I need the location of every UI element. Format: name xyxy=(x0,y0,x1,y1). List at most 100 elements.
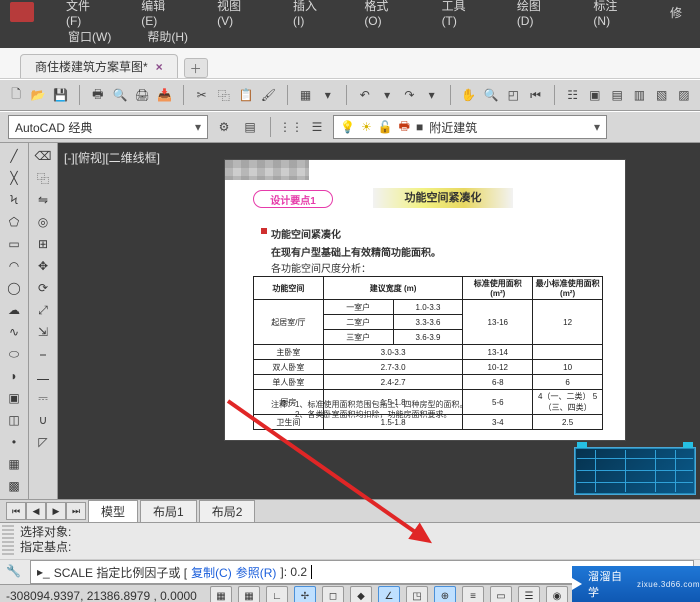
inserted-image[interactable]: 设计要点1 功能空间紧凑化 功能空间紧凑化 在现有户型基础上有效精简功能面积。 … xyxy=(224,159,626,441)
menu-insert[interactable]: 插入(I) xyxy=(275,0,346,28)
cut-icon[interactable]: ✂ xyxy=(193,85,209,105)
zoom-window-icon[interactable]: ◰ xyxy=(505,85,521,105)
arc-icon[interactable]: ◠ xyxy=(5,257,23,275)
menu-dim[interactable]: 标注(N) xyxy=(575,0,652,28)
publish-icon[interactable]: 🖨 xyxy=(134,85,150,105)
menu-window[interactable]: 窗口(W) xyxy=(50,28,129,45)
ellipse-icon[interactable]: ⬭ xyxy=(5,345,23,363)
line-icon[interactable]: ╱ xyxy=(5,147,23,165)
circle-icon[interactable]: ◯ xyxy=(5,279,23,297)
workspace-save-icon[interactable]: ▤ xyxy=(240,117,260,137)
hatch-icon[interactable]: ▦ xyxy=(5,455,23,473)
match-props-icon[interactable]: 🖌 xyxy=(260,85,276,105)
ellipse-arc-icon[interactable]: ◗ xyxy=(5,367,23,385)
chamfer-icon[interactable]: ◸ xyxy=(34,433,52,451)
cmd-option-ref[interactable]: 参照(R) xyxy=(236,564,277,581)
trim-icon[interactable]: ⎯ xyxy=(34,345,52,363)
tab-layout2[interactable]: 布局2 xyxy=(199,500,256,522)
rotate-icon[interactable]: ⟳ xyxy=(34,279,52,297)
scale-icon[interactable]: ⤢ xyxy=(34,301,52,319)
menu-file[interactable]: 文件(F) xyxy=(48,0,123,28)
tab-model[interactable]: 模型 xyxy=(88,500,138,522)
new-icon[interactable]: 🗋 xyxy=(8,85,24,105)
undo-dropdown-icon[interactable]: ▾ xyxy=(379,85,395,105)
polyline-icon[interactable]: Ϟ xyxy=(5,191,23,209)
insert-block-icon[interactable]: ▣ xyxy=(5,389,23,407)
sc-toggle[interactable]: ◉ xyxy=(546,586,568,602)
console-grip[interactable] xyxy=(2,525,14,557)
paste-icon[interactable]: 📋 xyxy=(238,85,254,105)
otrack-toggle[interactable]: ∠ xyxy=(378,586,400,602)
move-icon[interactable]: ✥ xyxy=(34,257,52,275)
properties-icon[interactable]: ☷ xyxy=(564,85,580,105)
wrench-icon[interactable]: 🔧 xyxy=(6,564,22,580)
layer-combo[interactable]: 💡 ☀ 🔓 🖶 ■ 附近建筑 ▾ xyxy=(333,115,607,139)
tab-next-icon[interactable]: ▶ xyxy=(46,502,66,520)
calc-icon[interactable]: ▨ xyxy=(676,85,692,105)
redo-dropdown-icon[interactable]: ▾ xyxy=(424,85,440,105)
offset-icon[interactable]: ◎ xyxy=(34,213,52,231)
new-tab-button[interactable]: ＋ xyxy=(184,58,208,78)
mirror-icon[interactable]: ⇋ xyxy=(34,191,52,209)
canvas[interactable]: [-][俯视][二维线框] 设计要点1 功能空间紧凑化 功能空间紧凑化 在现有户… xyxy=(58,143,700,499)
sheet-set-icon[interactable]: ▥ xyxy=(631,85,647,105)
menu-edit[interactable]: 编辑(E) xyxy=(123,0,199,28)
construction-line-icon[interactable]: ╳ xyxy=(5,169,23,187)
tab-first-icon[interactable]: ⏮ xyxy=(6,502,26,520)
revision-cloud-icon[interactable]: ☁ xyxy=(5,301,23,319)
grid-toggle[interactable]: ▦ xyxy=(238,586,260,602)
make-block-icon[interactable]: ◫ xyxy=(5,411,23,429)
document-tab-active[interactable]: 商住楼建筑方案草图* × xyxy=(20,54,178,78)
polygon-icon[interactable]: ⬠ xyxy=(5,213,23,231)
undo-icon[interactable]: ↶ xyxy=(357,85,373,105)
tab-prev-icon[interactable]: ◀ xyxy=(26,502,46,520)
layer-properties-icon[interactable]: ☰ xyxy=(307,117,327,137)
tab-last-icon[interactable]: ⏭ xyxy=(66,502,86,520)
ducs-toggle[interactable]: ◳ xyxy=(406,586,428,602)
snap-toggle[interactable]: ▦ xyxy=(210,586,232,602)
open-icon[interactable]: 📂 xyxy=(30,85,46,105)
pan-icon[interactable]: ✋ xyxy=(461,85,477,105)
menu-format[interactable]: 格式(O) xyxy=(346,0,423,28)
array-icon[interactable]: ⊞ xyxy=(34,235,52,253)
tool-palette-icon[interactable]: ▤ xyxy=(609,85,625,105)
menu-tools[interactable]: 工具(T) xyxy=(424,0,499,28)
menu-help[interactable]: 帮助(H) xyxy=(129,28,206,45)
close-tab-icon[interactable]: × xyxy=(156,60,163,74)
tab-layout1[interactable]: 布局1 xyxy=(140,500,197,522)
tpy-toggle[interactable]: ▭ xyxy=(490,586,512,602)
menu-draw[interactable]: 绘图(D) xyxy=(499,0,576,28)
menu-view[interactable]: 视图(V) xyxy=(199,0,275,28)
menu-modify[interactable]: 修 xyxy=(652,4,700,21)
redo-icon[interactable]: ↷ xyxy=(401,85,417,105)
osnap-toggle[interactable]: ◻ xyxy=(322,586,344,602)
viewport-label[interactable]: [-][俯视][二维线框] xyxy=(64,149,160,166)
break-icon[interactable]: ⎓ xyxy=(34,389,52,407)
3dosnap-toggle[interactable]: ◆ xyxy=(350,586,372,602)
dyn-toggle[interactable]: ⊕ xyxy=(434,586,456,602)
cmd-option-copy[interactable]: 复制(C) xyxy=(191,564,232,581)
erase-icon[interactable]: ⌫ xyxy=(34,147,52,165)
selected-drawing[interactable] xyxy=(574,447,696,495)
stretch-icon[interactable]: ⇲ xyxy=(34,323,52,341)
lwt-toggle[interactable]: ≡ xyxy=(462,586,484,602)
workspace-combo[interactable]: AutoCAD 经典 ▾ xyxy=(8,115,208,139)
join-icon[interactable]: ∪ xyxy=(34,411,52,429)
rectangle-icon[interactable]: ▭ xyxy=(5,235,23,253)
markup-icon[interactable]: ▧ xyxy=(654,85,670,105)
save-icon[interactable]: 💾 xyxy=(53,85,69,105)
copy2-icon[interactable]: ⿻ xyxy=(34,169,52,187)
spline-icon[interactable]: ∿ xyxy=(5,323,23,341)
print-icon[interactable]: 🖶 xyxy=(90,85,106,105)
block-dropdown-icon[interactable]: ▾ xyxy=(320,85,336,105)
app-logo[interactable] xyxy=(10,2,34,22)
point-icon[interactable]: • xyxy=(5,433,23,451)
gradient-icon[interactable]: ▩ xyxy=(5,477,23,495)
polar-toggle[interactable]: ✢ xyxy=(294,586,316,602)
block-icon[interactable]: ▦ xyxy=(297,85,313,105)
print-preview-icon[interactable]: 🔍 xyxy=(112,85,128,105)
zoom-realtime-icon[interactable]: 🔍 xyxy=(483,85,499,105)
plot-icon[interactable]: 📥 xyxy=(156,85,172,105)
qp-toggle[interactable]: ☰ xyxy=(518,586,540,602)
drawing-area[interactable]: ╱ ╳ Ϟ ⬠ ▭ ◠ ◯ ☁ ∿ ⬭ ◗ ▣ ◫ • ▦ ▩ ⌫ ⿻ ⇋ ◎ … xyxy=(0,143,700,499)
